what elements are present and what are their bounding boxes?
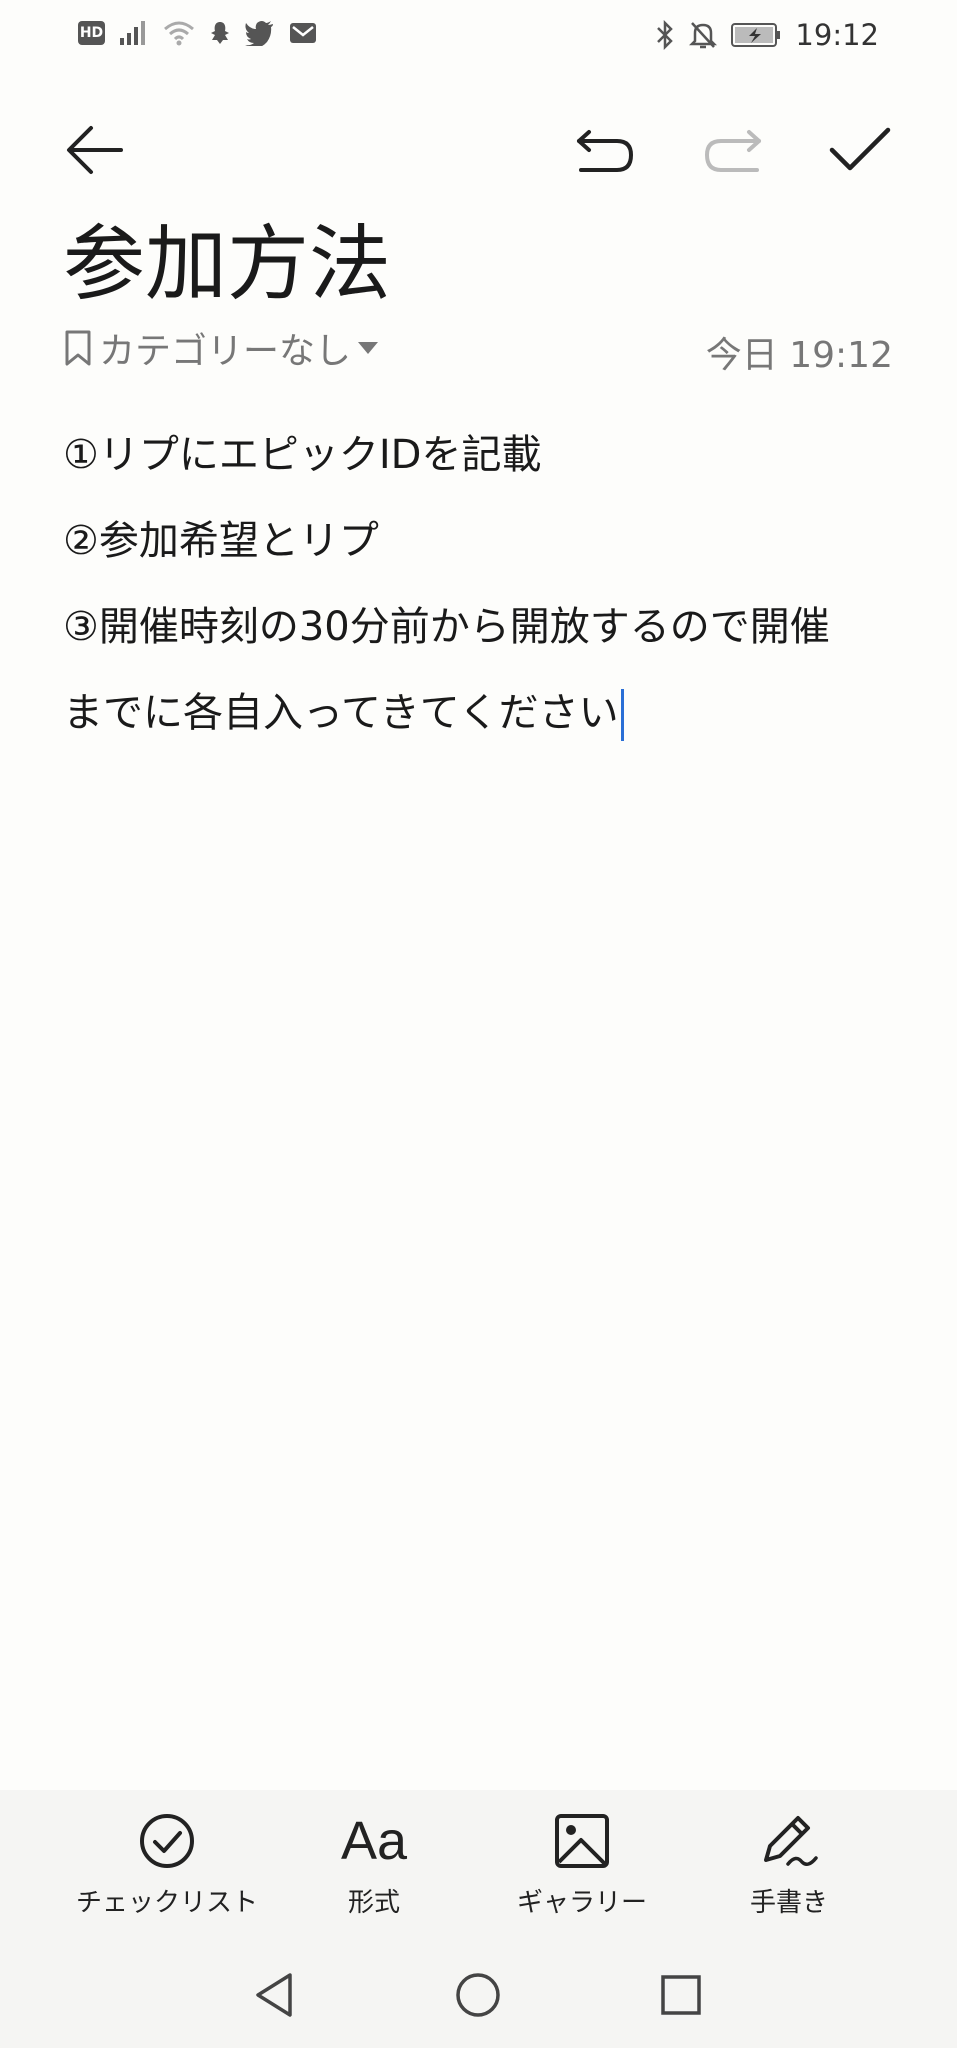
dropdown-triangle-icon	[358, 342, 379, 354]
gallery-icon	[555, 1814, 609, 1868]
undo-button[interactable]	[555, 100, 655, 200]
checkmark-icon	[829, 127, 891, 171]
category-selector[interactable]: カテゴリーなし	[63, 322, 379, 374]
signal-icon	[120, 21, 145, 45]
clock: 19:12	[795, 18, 879, 52]
undo-icon	[577, 130, 634, 172]
system-nav-bar	[0, 1940, 957, 2048]
bottom-bar: チェックリスト Aa 形式 ギャラリー 手書き	[0, 1790, 957, 2048]
nav-recents-button[interactable]	[646, 1960, 716, 2030]
format-button[interactable]: Aa 形式	[274, 1810, 474, 1930]
gallery-button[interactable]: ギャラリー	[482, 1810, 682, 1930]
handwriting-button[interactable]: 手書き	[689, 1810, 889, 1930]
note-meta: カテゴリーなし 今日 19:12	[63, 322, 893, 376]
note-line-text: までに各自入ってきてください	[63, 690, 619, 736]
note-body-editor[interactable]: ①リプにエピックIDを記載 ②参加希望とリプ ③開催時刻の30分前から開放するの…	[63, 412, 893, 756]
editor-toolbar	[0, 100, 957, 200]
twitter-icon	[245, 21, 273, 46]
hd-icon: HD	[78, 21, 105, 45]
handwriting-icon	[764, 1816, 818, 1866]
note-line: ①リプにエピックIDを記載	[63, 432, 542, 478]
back-triangle-icon	[256, 1973, 292, 2017]
nav-home-button[interactable]	[443, 1960, 513, 2030]
note-title[interactable]: 参加方法	[63, 215, 391, 315]
recents-square-icon	[661, 1975, 701, 2015]
text-cursor	[620, 689, 624, 741]
category-label: カテゴリーなし	[99, 331, 352, 372]
note-date: 今日 19:12	[705, 335, 893, 376]
checklist-icon	[140, 1814, 194, 1868]
insert-tools: チェックリスト Aa 形式 ギャラリー 手書き	[0, 1790, 957, 1930]
format-icon: Aa	[340, 1811, 408, 1871]
nav-back-button[interactable]	[240, 1960, 310, 2030]
mute-icon	[689, 22, 718, 49]
status-bar: HD 19:12	[0, 0, 957, 72]
note-line-last: までに各自入ってきてください	[63, 670, 893, 756]
home-circle-icon	[456, 1973, 500, 2017]
checklist-label: チェックリスト	[75, 1888, 258, 1918]
status-right: 19:12	[655, 18, 879, 52]
checklist-button[interactable]: チェックリスト	[67, 1810, 267, 1930]
back-button[interactable]	[45, 100, 145, 200]
redo-button[interactable]	[683, 100, 783, 200]
back-arrow-icon	[67, 126, 123, 174]
status-left: HD	[78, 20, 317, 46]
done-button[interactable]	[810, 100, 910, 200]
bookmark-icon	[65, 330, 91, 366]
bluetooth-icon	[657, 20, 674, 50]
note-line: ②参加希望とリプ	[63, 518, 379, 564]
battery-icon	[731, 23, 781, 47]
snapchat-icon	[211, 22, 229, 44]
redo-icon	[704, 130, 761, 172]
handwriting-label: 手書き	[749, 1888, 828, 1918]
mail-icon	[290, 23, 316, 43]
wifi-icon	[164, 21, 194, 46]
format-label: 形式	[347, 1888, 400, 1918]
note-line: ③開催時刻の30分前から開放するので開催	[63, 604, 830, 650]
gallery-label: ギャラリー	[516, 1888, 647, 1918]
